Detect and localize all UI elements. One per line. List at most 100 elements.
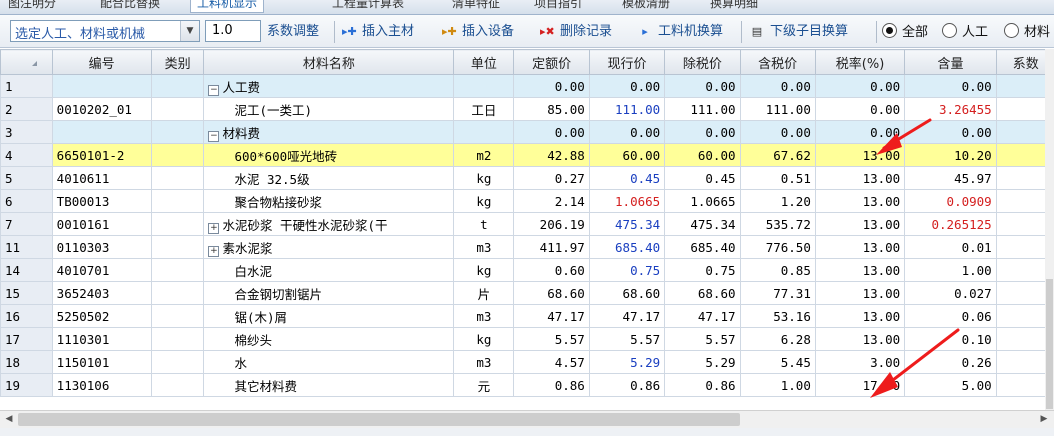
ex-tax-price-cell[interactable]: 47.17 (664, 304, 741, 328)
quota-price-cell[interactable]: 0.27 (513, 166, 590, 190)
quota-price-cell[interactable]: 5.57 (513, 327, 590, 351)
code-cell[interactable]: 4010611 (51, 166, 152, 190)
material-name-cell[interactable]: 聚合物粘接砂浆 (203, 189, 455, 213)
col-header[interactable]: 除税价 (664, 49, 741, 75)
ex-tax-price-cell[interactable]: 0.75 (664, 258, 741, 282)
code-cell[interactable] (51, 120, 152, 144)
unit-cell[interactable]: t (453, 212, 515, 236)
scroll-right-icon[interactable]: ▶ (1036, 411, 1052, 428)
current-price-cell[interactable]: 5.57 (588, 327, 666, 351)
collapse-icon[interactable]: − (208, 130, 220, 142)
quota-price-cell[interactable]: 68.60 (513, 281, 590, 305)
ex-tax-price-cell[interactable]: 475.34 (664, 212, 741, 236)
table-row[interactable]: 4 6650101-2 600*600哑光地砖 m2 42.88 60.00 60.00 67… (0, 143, 1054, 167)
ex-tax-price-cell[interactable]: 0.00 (664, 120, 741, 144)
tax-rate-cell[interactable]: 13.00 (814, 327, 906, 351)
quota-price-cell[interactable]: 206.19 (513, 212, 590, 236)
current-price-cell[interactable]: 0.00 (588, 74, 666, 98)
unit-cell[interactable] (453, 74, 515, 98)
current-price-cell[interactable]: 1.0665 (588, 189, 666, 213)
inc-tax-price-cell[interactable]: 5.45 (739, 350, 816, 374)
scroll-left-icon[interactable]: ◀ (1, 411, 17, 428)
row-number-cell[interactable]: 5 (0, 166, 53, 190)
quantity-cell[interactable]: 1.00 (904, 258, 997, 282)
material-name-cell[interactable]: 600*600哑光地砖 (203, 143, 455, 167)
material-name-cell[interactable]: 水 (203, 350, 455, 374)
category-cell[interactable] (150, 166, 205, 190)
row-number-cell[interactable]: 18 (0, 350, 53, 374)
ex-tax-price-cell[interactable]: 111.00 (664, 97, 741, 121)
insert-material-button[interactable]: ▸✚ 插入主材 (342, 23, 414, 41)
inc-tax-price-cell[interactable]: 535.72 (739, 212, 816, 236)
unit-cell[interactable]: kg (453, 166, 515, 190)
material-name-cell[interactable]: 水泥 32.5级 (203, 166, 455, 190)
unit-cell[interactable]: kg (453, 327, 515, 351)
col-header[interactable]: 定额价 (513, 49, 590, 75)
material-name-cell[interactable]: 合金钢切割锯片 (203, 281, 455, 305)
quantity-cell[interactable]: 0.0909 (904, 189, 997, 213)
category-cell[interactable] (150, 235, 205, 259)
quota-price-cell[interactable]: 0.00 (513, 74, 590, 98)
material-name-cell[interactable]: + 素水泥浆 (203, 235, 455, 259)
unit-cell[interactable]: m3 (453, 350, 515, 374)
code-cell[interactable]: 3652403 (51, 281, 152, 305)
tax-rate-cell[interactable]: 3.00 (814, 350, 906, 374)
row-number-cell[interactable]: 6 (0, 189, 53, 213)
code-cell[interactable] (51, 74, 152, 98)
material-name-cell[interactable]: 锯(木)屑 (203, 304, 455, 328)
unit-cell[interactable]: kg (453, 189, 515, 213)
row-number-cell[interactable]: 1 (0, 74, 53, 98)
insert-equipment-button[interactable]: ▸✚ 插入设备 (442, 23, 514, 41)
radio-material[interactable]: 材料 (1004, 23, 1050, 41)
col-header[interactable]: 税率(%) (814, 49, 906, 75)
unit-cell[interactable]: 元 (453, 373, 515, 397)
table-row[interactable]: 144010701白水泥kg0.600.750.750.8513.001.000 (0, 258, 1054, 282)
tax-rate-cell[interactable]: 13.00 (814, 258, 906, 282)
inc-tax-price-cell[interactable]: 6.28 (739, 327, 816, 351)
tab-7[interactable]: 换算明细 (704, 0, 764, 12)
table-row[interactable]: 11 0110303 + 素水泥浆 m3 411.97 685.40 685.40 776.50… (0, 235, 1054, 259)
unit-cell[interactable]: m3 (453, 235, 515, 259)
material-name-cell[interactable]: + 水泥砂浆 干硬性水泥砂浆(干 (203, 212, 455, 236)
ex-tax-price-cell[interactable]: 0.45 (664, 166, 741, 190)
collapse-icon[interactable]: − (208, 84, 220, 96)
category-cell[interactable] (150, 350, 205, 374)
table-row[interactable]: 15 3652403 合金钢切割锯片片 68.60 68.60 68.60 77.31 13.… (0, 281, 1054, 305)
row-number-cell[interactable]: 15 (0, 281, 53, 305)
tab-2[interactable]: 工料机显示 (190, 0, 265, 13)
tax-rate-cell[interactable]: 13.00 (814, 235, 906, 259)
tax-rate-cell[interactable]: 0.00 (814, 120, 906, 144)
current-price-cell[interactable]: 685.40 (588, 235, 666, 259)
category-cell[interactable] (150, 143, 205, 167)
delete-record-button[interactable]: ▸✖ 删除记录 (540, 23, 612, 41)
row-number-cell[interactable]: 17 (0, 327, 53, 351)
material-name-cell[interactable]: 白水泥 (203, 258, 455, 282)
code-cell[interactable]: 5250502 (51, 304, 152, 328)
expand-icon[interactable]: + (208, 222, 220, 234)
col-header[interactable]: 含税价 (739, 49, 816, 75)
material-name-cell[interactable]: 棉纱头 (203, 327, 455, 351)
category-cell[interactable] (150, 212, 205, 236)
category-cell[interactable] (150, 281, 205, 305)
material-name-cell[interactable]: 泥工(一类工) (203, 97, 455, 121)
ex-tax-price-cell[interactable]: 60.00 (664, 143, 741, 167)
category-cell[interactable] (150, 327, 205, 351)
unit-cell[interactable]: kg (453, 258, 515, 282)
ex-tax-price-cell[interactable]: 685.40 (664, 235, 741, 259)
code-cell[interactable]: 1130106 (51, 373, 152, 397)
tax-rate-cell[interactable]: 13.00 (814, 212, 906, 236)
quantity-cell[interactable]: 45.97 (904, 166, 997, 190)
quantity-cell[interactable]: 0.00 (904, 74, 997, 98)
tab-1[interactable]: 配合比替换 (94, 0, 166, 12)
row-number-cell[interactable]: 2 (0, 97, 53, 121)
horizontal-scroll-thumb[interactable] (18, 413, 740, 426)
inc-tax-price-cell[interactable]: 776.50 (739, 235, 816, 259)
col-header[interactable]: 材料名称 (203, 49, 455, 75)
sub-item-swap-button[interactable]: ▤ 下级子目换算 (750, 23, 848, 41)
tax-rate-cell[interactable]: 13.00 (814, 281, 906, 305)
current-price-cell[interactable]: 0.45 (588, 166, 666, 190)
category-cell[interactable] (150, 74, 205, 98)
quota-price-cell[interactable]: 2.14 (513, 189, 590, 213)
quantity-cell[interactable]: 0.10 (904, 327, 997, 351)
current-price-cell[interactable]: 60.00 (588, 143, 666, 167)
